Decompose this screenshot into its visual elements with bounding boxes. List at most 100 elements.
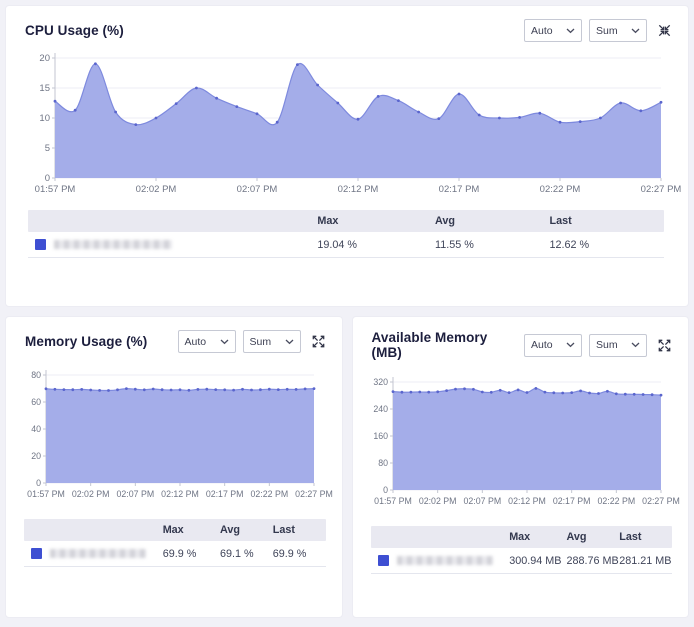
svg-text:02:17 PM: 02:17 PM xyxy=(206,489,244,499)
panel-controls: Auto Sum xyxy=(517,19,673,42)
svg-text:02:27 PM: 02:27 PM xyxy=(641,184,682,195)
aggregation-select[interactable]: Sum xyxy=(243,330,301,353)
svg-text:02:12 PM: 02:12 PM xyxy=(338,184,379,195)
chevron-down-icon xyxy=(220,339,229,345)
panel-controls: Auto Sum xyxy=(171,330,327,353)
svg-text:20: 20 xyxy=(39,53,50,64)
series-label-redacted xyxy=(397,556,493,565)
page-title: Available Memory (MB) xyxy=(372,330,518,360)
svg-text:5: 5 xyxy=(45,143,50,154)
legend-table: Max Avg Last 300.94 MB 288.76 MB 281.21 … xyxy=(371,526,673,574)
series-avg-value: 69.1 % xyxy=(220,548,273,560)
series-swatch xyxy=(35,239,46,250)
aggregation-value: Sum xyxy=(250,336,272,348)
svg-text:160: 160 xyxy=(373,431,388,441)
panel-header: Available Memory (MB) Auto Sum xyxy=(353,317,689,364)
table-row[interactable]: 69.9 % 69.1 % 69.9 % xyxy=(24,541,326,567)
panel-header: CPU Usage (%) Auto Sum xyxy=(6,6,688,46)
panel-header: Memory Usage (%) Auto Sum xyxy=(6,317,342,357)
svg-text:02:02 PM: 02:02 PM xyxy=(418,496,456,506)
legend-col-avg: Avg xyxy=(220,522,273,538)
svg-text:80: 80 xyxy=(378,458,388,468)
legend-col-last: Last xyxy=(619,529,672,545)
time-range-select[interactable]: Auto xyxy=(524,19,582,42)
svg-text:02:22 PM: 02:22 PM xyxy=(251,489,289,499)
svg-text:01:57 PM: 01:57 PM xyxy=(374,496,412,506)
series-last-value: 12.62 % xyxy=(550,239,664,251)
svg-text:02:07 PM: 02:07 PM xyxy=(117,489,155,499)
expand-icon xyxy=(312,335,325,348)
series-avg-value: 11.55 % xyxy=(435,239,549,251)
time-range-value: Auto xyxy=(531,339,553,351)
legend-table: Max Avg Last 69.9 % 69.1 % 69.9 % xyxy=(24,519,326,567)
legend-col-max: Max xyxy=(317,213,435,229)
legend-col-avg: Avg xyxy=(566,529,619,545)
time-range-select[interactable]: Auto xyxy=(178,330,236,353)
aggregation-value: Sum xyxy=(596,25,618,37)
collapse-button[interactable] xyxy=(656,22,673,39)
legend-col-last: Last xyxy=(273,522,326,538)
collapse-icon xyxy=(658,24,671,37)
metrics-dashboard: CPU Usage (%) Auto Sum xyxy=(0,0,694,627)
legend-table-header: Max Avg Last xyxy=(24,519,326,541)
series-last-value: 69.9 % xyxy=(273,548,326,560)
svg-text:20: 20 xyxy=(31,451,41,461)
series-swatch xyxy=(378,555,389,566)
aggregation-select[interactable]: Sum xyxy=(589,19,647,42)
expand-button[interactable] xyxy=(656,337,673,354)
available-memory-chart[interactable]: 0 80 160 240 320 01:57 PM 02:02 PM 02:07 PM 02:1… xyxy=(363,374,675,514)
memory-usage-chart[interactable]: 02040608001:57 PM02:02 PM02:07 PM02:12 P… xyxy=(16,367,328,507)
chevron-down-icon xyxy=(285,339,294,345)
expand-icon xyxy=(658,339,671,352)
svg-text:02:07 PM: 02:07 PM xyxy=(237,184,278,195)
series-max-value: 19.04 % xyxy=(317,239,435,251)
series-swatch xyxy=(31,548,42,559)
svg-text:0: 0 xyxy=(45,173,50,184)
series-last-value: 281.21 MB xyxy=(619,555,672,567)
panel-controls: Auto Sum xyxy=(517,334,673,357)
svg-text:0: 0 xyxy=(383,485,388,495)
panel-cpu-usage: CPU Usage (%) Auto Sum xyxy=(5,5,689,307)
svg-text:02:02 PM: 02:02 PM xyxy=(72,489,110,499)
aggregation-select[interactable]: Sum xyxy=(589,334,647,357)
svg-text:0: 0 xyxy=(36,478,41,488)
legend-col-max: Max xyxy=(509,529,566,545)
table-row[interactable]: 300.94 MB 288.76 MB 281.21 MB xyxy=(371,548,673,574)
legend-table: Max Avg Last 19.04 % 11.55 % 12.62 % xyxy=(28,210,664,258)
svg-text:40: 40 xyxy=(31,424,41,434)
time-range-value: Auto xyxy=(531,25,553,37)
svg-text:240: 240 xyxy=(373,404,388,414)
svg-text:02:27 PM: 02:27 PM xyxy=(295,489,333,499)
chevron-down-icon xyxy=(631,342,640,348)
expand-button[interactable] xyxy=(310,333,327,350)
svg-text:02:07 PM: 02:07 PM xyxy=(463,496,501,506)
legend-table-header: Max Avg Last xyxy=(28,210,664,232)
svg-text:80: 80 xyxy=(31,370,41,380)
table-row[interactable]: 19.04 % 11.55 % 12.62 % xyxy=(28,232,664,258)
page-title: Memory Usage (%) xyxy=(25,334,147,349)
chevron-down-icon xyxy=(566,28,575,34)
legend-col-last: Last xyxy=(550,213,664,229)
svg-text:01:57 PM: 01:57 PM xyxy=(35,184,76,195)
time-range-select[interactable]: Auto xyxy=(524,334,582,357)
legend-col-avg: Avg xyxy=(435,213,549,229)
legend-col-series xyxy=(371,535,510,539)
aggregation-value: Sum xyxy=(596,339,618,351)
panel-memory-usage: Memory Usage (%) Auto Sum xyxy=(5,316,343,618)
svg-text:02:22 PM: 02:22 PM xyxy=(597,496,635,506)
chevron-down-icon xyxy=(566,342,575,348)
legend-col-series xyxy=(24,528,163,532)
legend-col-series xyxy=(28,219,317,223)
legend-table-header: Max Avg Last xyxy=(371,526,673,548)
svg-text:320: 320 xyxy=(373,377,388,387)
svg-text:15: 15 xyxy=(39,83,50,94)
svg-text:10: 10 xyxy=(39,113,50,124)
svg-text:02:17 PM: 02:17 PM xyxy=(552,496,590,506)
cpu-usage-chart[interactable]: 0 5 10 15 20 01:57 PM 02:02 PM 02:07 PM 02:12 PM… xyxy=(25,50,687,202)
svg-text:01:57 PM: 01:57 PM xyxy=(27,489,65,499)
svg-text:02:02 PM: 02:02 PM xyxy=(136,184,177,195)
page-title: CPU Usage (%) xyxy=(25,23,124,38)
legend-col-max: Max xyxy=(163,522,220,538)
series-label-redacted xyxy=(54,240,172,249)
svg-text:02:12 PM: 02:12 PM xyxy=(161,489,199,499)
